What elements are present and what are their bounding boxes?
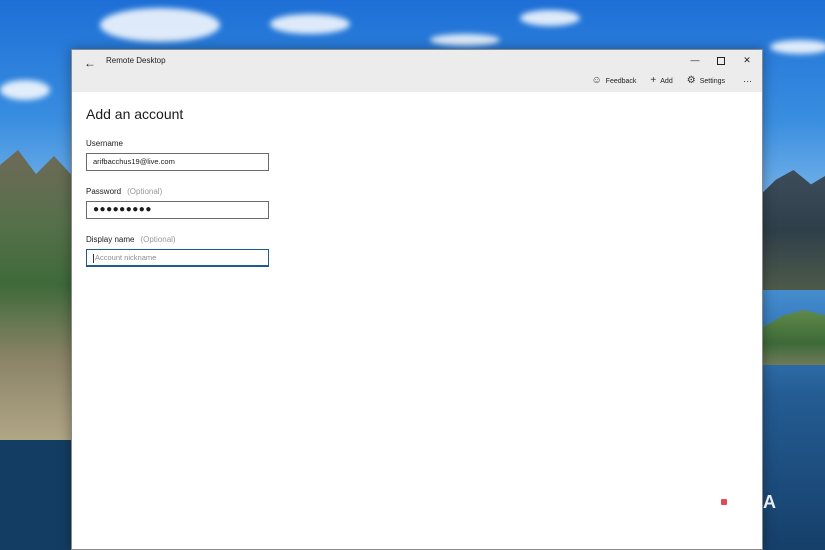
ellipsis-icon[interactable]: ··· — [743, 76, 752, 86]
plus-icon: + — [650, 75, 657, 86]
minimize-icon: — — [690, 55, 700, 65]
cloud — [520, 10, 580, 26]
add-account-form: Add an account Username arifbacchus19@li… — [86, 106, 269, 267]
minimize-button[interactable]: — — [682, 51, 708, 69]
cloud — [430, 34, 500, 46]
feedback-button[interactable]: ☺ Feedback — [591, 76, 636, 86]
title-bar: ← Remote Desktop — ✕ ☺ Feedback + Add ⚙ … — [72, 50, 762, 92]
cloud — [770, 40, 825, 54]
cloud — [0, 80, 50, 100]
xda-logo-text: XDA — [736, 492, 778, 512]
add-button[interactable]: + Add — [650, 76, 672, 86]
display-name-placeholder: Account nickname — [95, 253, 157, 262]
mountain-right — [755, 170, 825, 290]
text-caret — [93, 253, 94, 263]
island-right — [755, 310, 825, 365]
add-label: Add — [660, 77, 673, 85]
display-name-optional-hint: (Optional) — [140, 235, 176, 244]
maximize-icon — [717, 56, 725, 65]
page-title: Add an account — [86, 106, 184, 122]
smiley-icon: ☺ — [591, 75, 602, 86]
arrow-left-icon: ← — [84, 56, 96, 70]
password-value: ●●●●●●●●● — [93, 204, 152, 215]
close-button[interactable]: ✕ — [734, 51, 760, 69]
cloud — [270, 14, 350, 34]
toolbar: ☺ Feedback + Add ⚙ Settings ··· — [591, 74, 752, 88]
xda-watermark: XDA — [716, 492, 777, 513]
display-name-field[interactable]: Account nickname — [86, 249, 269, 267]
cloud — [100, 8, 220, 42]
password-label: Password (Optional) — [86, 187, 163, 196]
password-field[interactable]: ●●●●●●●●● — [86, 201, 269, 219]
gear-icon: ⚙ — [686, 75, 696, 86]
maximize-button[interactable] — [708, 51, 734, 69]
remote-desktop-window: ← Remote Desktop — ✕ ☺ Feedback + Add ⚙ … — [71, 49, 763, 550]
feedback-label: Feedback — [605, 77, 637, 85]
app-title: Remote Desktop — [106, 56, 166, 65]
username-field[interactable]: arifbacchus19@live.com — [86, 153, 269, 171]
settings-label: Settings — [699, 77, 725, 85]
settings-button[interactable]: ⚙ Settings — [687, 76, 725, 86]
username-label: Username — [86, 139, 123, 148]
username-value: arifbacchus19@live.com — [93, 157, 175, 166]
display-name-label: Display name (Optional) — [86, 235, 176, 244]
password-optional-hint: (Optional) — [127, 187, 163, 196]
close-icon: ✕ — [743, 55, 751, 65]
back-button[interactable]: ← — [78, 53, 102, 73]
xda-logo-icon — [716, 493, 732, 512]
